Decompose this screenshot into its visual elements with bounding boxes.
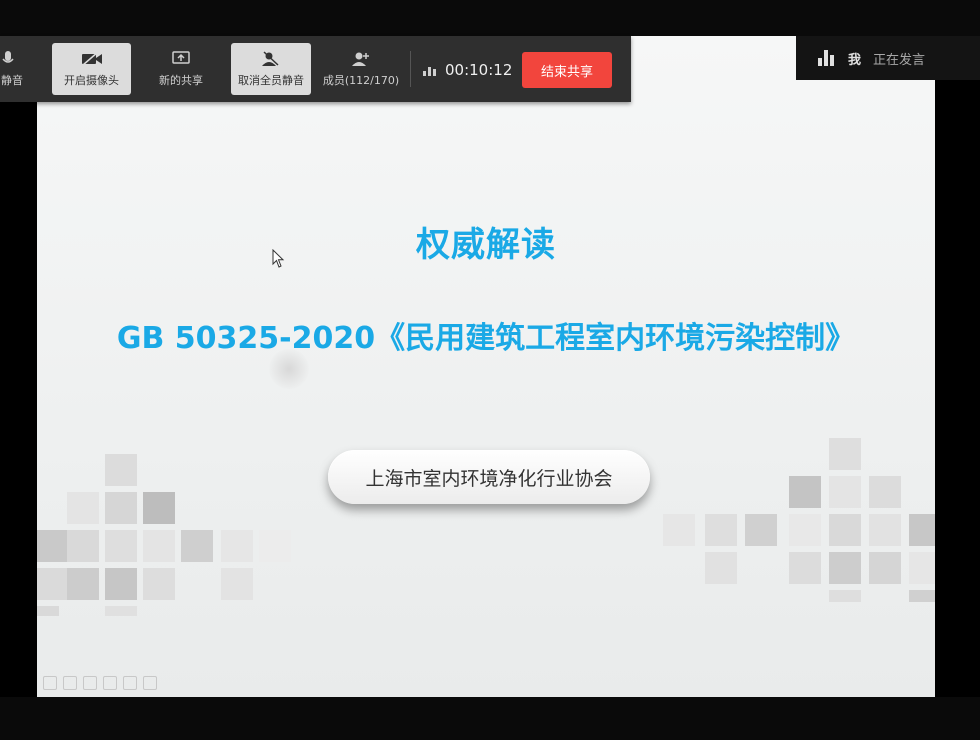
speaking-indicator: 我 正在发言 [796,36,980,80]
speaker-name: 我 [848,52,862,68]
end-share-button[interactable]: 结束共享 [522,52,612,88]
mouse-cursor-icon [272,249,285,268]
audio-level-icon [818,50,834,66]
mute-label: 静音 [1,74,23,87]
toolbar-divider [410,51,411,87]
text-icon[interactable] [83,676,97,690]
meeting-toolbar: 静音 开启摄像头 新的共享 取消全员静音 成员(112/170) 00:10:1… [0,36,631,102]
camera-off-icon [81,52,102,66]
slide-title: 权威解读 [416,225,556,265]
signal-bars-icon [423,67,436,76]
shape-icon[interactable] [63,676,77,690]
members-button[interactable]: 成员(112/170) [318,43,404,95]
annotation-toolbar[interactable] [43,676,157,690]
shared-slide: 权威解读 GB 50325-2020《民用建筑工程室内环境污染控制》 上海市室内… [37,36,935,697]
microphone-icon [2,51,14,63]
unmute-all-label: 取消全员静音 [238,74,304,87]
mute-button[interactable]: 静音 [0,43,24,95]
meeting-timer: 00:10:12 [423,61,512,79]
new-share-button[interactable]: 新的共享 [143,43,219,95]
unmute-all-button[interactable]: 取消全员静音 [231,43,311,95]
slide-subtitle: GB 50325-2020《民用建筑工程室内环境污染控制》 [116,321,856,356]
organization-pill: 上海市室内环境净化行业协会 [328,450,650,504]
camera-label: 开启摄像头 [64,74,119,87]
save-icon[interactable] [143,676,157,690]
users-muted-icon [262,51,279,66]
pointer-icon[interactable] [123,676,137,690]
eraser-icon[interactable] [103,676,117,690]
bottom-black-strip [0,697,980,740]
members-label: 成员(112/170) [322,74,400,87]
pen-icon[interactable] [43,676,57,690]
new-share-label: 新的共享 [159,74,203,87]
share-screen-icon [172,51,190,64]
top-black-strip [0,0,980,36]
camera-button[interactable]: 开启摄像头 [52,43,131,95]
timer-text: 00:10:12 [445,61,513,79]
add-member-icon [352,52,369,66]
speaking-status: 正在发言 [873,52,926,68]
